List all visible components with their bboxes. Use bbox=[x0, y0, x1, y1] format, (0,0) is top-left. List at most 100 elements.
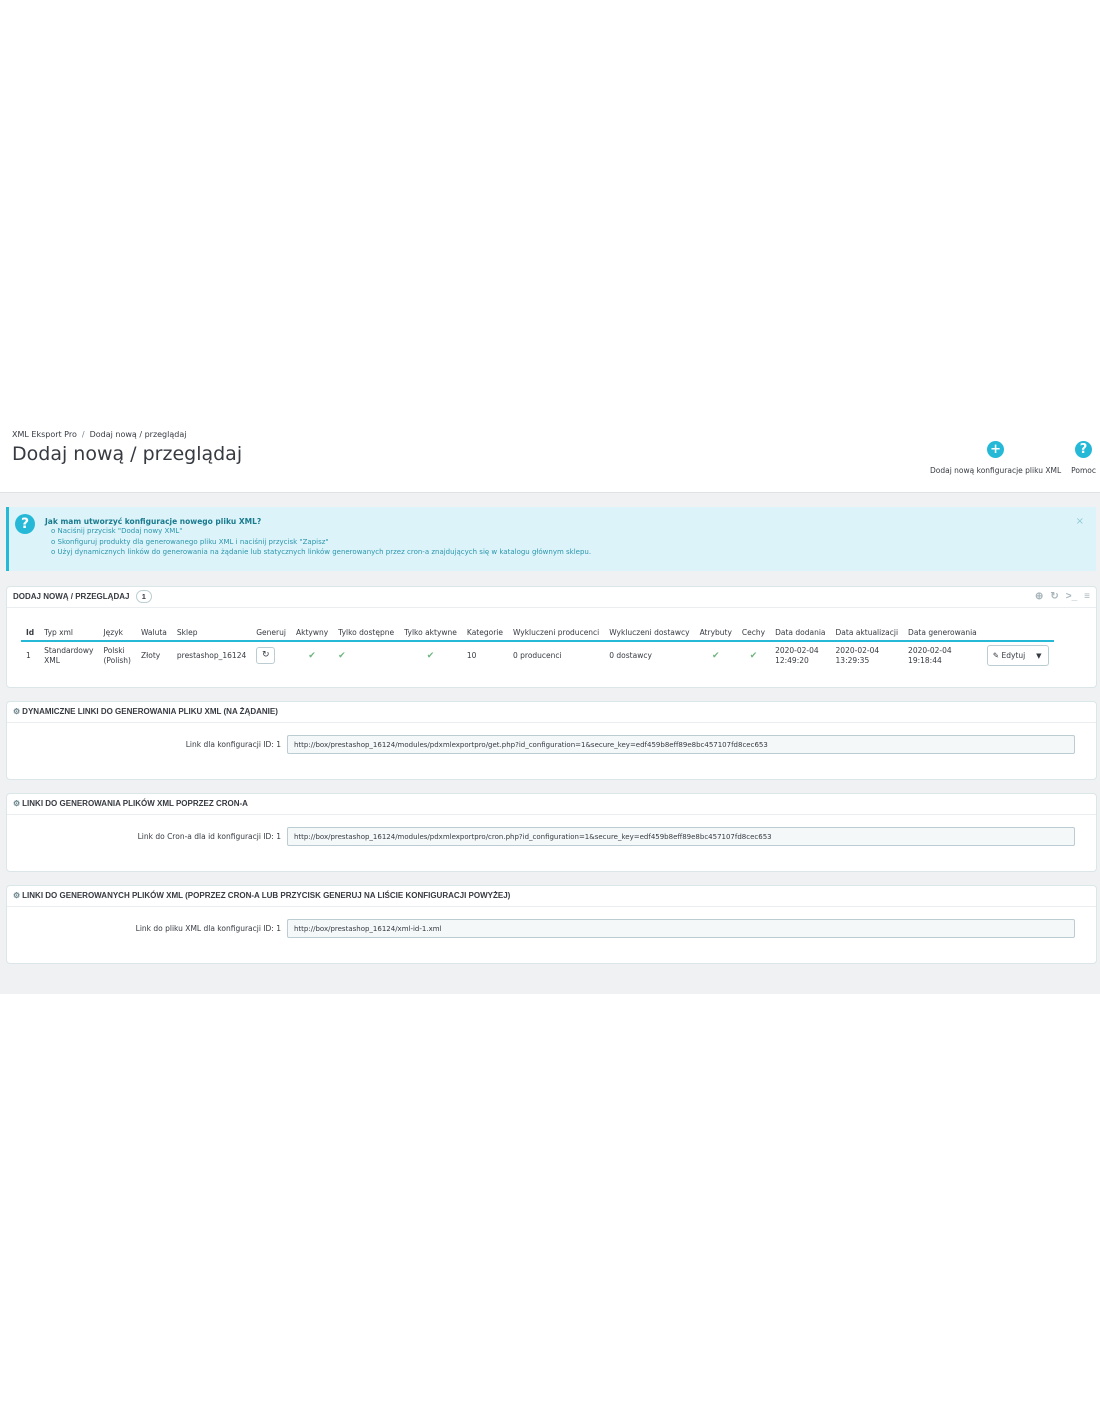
column-header-actions bbox=[981, 624, 1054, 642]
column-header[interactable]: Język bbox=[98, 624, 136, 642]
caret-down-icon[interactable]: ▼ bbox=[1030, 651, 1047, 661]
cell-active: ✔ bbox=[291, 641, 333, 669]
column-header[interactable]: Waluta bbox=[135, 624, 172, 642]
edit-button[interactable]: ✎ Edytuj bbox=[988, 651, 1030, 661]
cell-type: Standardowy XML bbox=[44, 645, 94, 665]
cell-excluded-suppliers: 0 dostawcy bbox=[609, 650, 652, 660]
cron-links-title: Linki do generowania plików XML poprzez … bbox=[22, 799, 248, 808]
add-icon[interactable]: ⊕ bbox=[1035, 587, 1043, 607]
file-link-input[interactable]: http://box/prestashop_16124/xml-id-1.xml bbox=[287, 919, 1075, 938]
toolbar: + Dodaj nową konfiguracje pliku XML ? Po… bbox=[930, 441, 1096, 475]
panel-actions: ⊕ ↻ >_ ≡ bbox=[1035, 587, 1090, 607]
alert-title: Jak mam utworzyć konfiguracje nowego pli… bbox=[45, 517, 262, 526]
cell-categories: 10 bbox=[466, 650, 477, 660]
cell-only-available: ✔ bbox=[333, 641, 399, 669]
help-label: Pomoc bbox=[1071, 466, 1096, 475]
cell-language: Polski (Polish) bbox=[103, 645, 131, 665]
page-header: XML Eksport Pro / Dodaj nową / przeglądaj … bbox=[0, 418, 1100, 493]
cell-date-added: 2020-02-04 12:49:20 bbox=[775, 645, 819, 665]
check-icon[interactable]: ✔ bbox=[712, 651, 720, 661]
help-button[interactable]: ? Pomoc bbox=[1071, 441, 1096, 475]
info-alert: ? Jak mam utworzyć konfiguracje nowego p… bbox=[6, 507, 1096, 571]
column-header[interactable]: Atrybuty bbox=[694, 624, 737, 642]
cell-generate: ↻ bbox=[251, 641, 291, 669]
refresh-icon[interactable]: ↻ bbox=[1050, 587, 1058, 607]
dynamic-links-heading: ⚙ Dynamiczne linki do generowania pliku X… bbox=[7, 702, 1096, 723]
edit-button-group: ✎ Edytuj ▼ bbox=[986, 645, 1049, 666]
generate-button[interactable]: ↻ bbox=[256, 647, 276, 664]
plus-circle-icon: + bbox=[987, 441, 1005, 458]
list-panel-heading: Dodaj nową / przeglądaj 1 ⊕ ↻ >_ ≡ bbox=[7, 587, 1096, 608]
cell-excluded-manufacturers: 0 producenci bbox=[512, 650, 562, 660]
cron-link-input[interactable]: http://box/prestashop_16124/modules/pdxm… bbox=[287, 827, 1075, 846]
cell-shop: prestashop_16124 bbox=[176, 650, 247, 660]
cron-links-heading: ⚙ Linki do generowania plików XML poprzez… bbox=[7, 794, 1096, 815]
check-icon[interactable]: ✔ bbox=[308, 651, 316, 661]
column-header[interactable]: Data aktualizacji bbox=[830, 624, 904, 642]
check-icon[interactable]: ✔ bbox=[338, 651, 346, 661]
breadcrumb-root[interactable]: XML Eksport Pro bbox=[12, 430, 77, 439]
check-icon[interactable]: ✔ bbox=[427, 651, 435, 661]
table-row[interactable]: 1 Standardowy XML Polski (Polish) Złoty pr… bbox=[21, 641, 1054, 669]
cell-date-updated: 2020-02-04 13:29:35 bbox=[835, 645, 880, 665]
column-header[interactable]: Data dodania bbox=[770, 624, 831, 642]
generated-files-title: Linki do generowanych plików XML (poprze… bbox=[22, 891, 511, 900]
column-header[interactable]: Generuj bbox=[251, 624, 291, 642]
refresh-icon: ↻ bbox=[261, 650, 270, 660]
breadcrumb-separator: / bbox=[81, 430, 85, 439]
column-header[interactable]: Kategorie bbox=[461, 624, 508, 642]
page-content: XML Eksport Pro / Dodaj nową / przeglądaj … bbox=[0, 418, 1100, 994]
list-panel: Dodaj nową / przeglądaj 1 ⊕ ↻ >_ ≡ Id Ty… bbox=[6, 586, 1097, 688]
check-icon[interactable]: ✔ bbox=[750, 651, 758, 661]
column-header[interactable]: Cechy bbox=[736, 624, 771, 642]
dynamic-link-label: Link dla konfiguracji ID: 1 bbox=[185, 740, 281, 749]
column-header[interactable]: Tylko dostępne bbox=[333, 624, 400, 642]
question-icon: ? bbox=[15, 514, 35, 534]
file-link-label: Link do pliku XML dla konfiguracji ID: 1 bbox=[135, 924, 281, 933]
edit-label: Edytuj bbox=[1001, 650, 1026, 660]
help-icon: ? bbox=[1075, 441, 1093, 458]
cogs-icon: ⚙ bbox=[13, 799, 21, 808]
cell-id: 1 bbox=[26, 650, 31, 660]
file-link-row: Link do pliku XML dla konfiguracji ID: 1… bbox=[7, 919, 1096, 940]
cron-links-panel: ⚙ Linki do generowania plików XML poprzez… bbox=[6, 793, 1097, 872]
breadcrumb-current: Dodaj nową / przeglądaj bbox=[89, 430, 187, 439]
dynamic-links-panel: ⚙ Dynamiczne linki do generowania pliku X… bbox=[6, 701, 1097, 780]
dynamic-links-title: Dynamiczne linki do generowania pliku XM… bbox=[22, 707, 278, 716]
column-header[interactable]: Sklep bbox=[171, 624, 252, 642]
column-header[interactable]: Wykluczeni producenci bbox=[507, 624, 605, 642]
column-header[interactable]: Aktywny bbox=[290, 624, 334, 642]
alert-item: Skonfiguruj produkty dla generowanego pl… bbox=[51, 537, 591, 548]
table-header-row: Id Typ xml Język Waluta Sklep Generuj Ak… bbox=[21, 624, 1054, 642]
breadcrumb: XML Eksport Pro / Dodaj nową / przeglądaj bbox=[12, 430, 186, 439]
list-panel-title: Dodaj nową / przeglądaj bbox=[13, 592, 130, 601]
pencil-icon: ✎ bbox=[992, 650, 1000, 660]
add-configuration-button[interactable]: + Dodaj nową konfiguracje pliku XML bbox=[930, 441, 1061, 475]
cell-date-generated: 2020-02-04 19:18:44 bbox=[908, 645, 952, 665]
cron-link-label: Link do Cron-a dla id konfiguracji ID: 1 bbox=[137, 832, 281, 841]
column-header[interactable]: Typ xml bbox=[39, 624, 99, 642]
cell-only-active: ✔ bbox=[399, 641, 462, 669]
cell-features: ✔ bbox=[737, 641, 770, 669]
cogs-icon: ⚙ bbox=[13, 707, 21, 716]
column-header[interactable]: Tylko aktywne bbox=[399, 624, 462, 642]
cogs-icon: ⚙ bbox=[13, 891, 21, 900]
alert-item: Użyj dynamicznych linków do generowania … bbox=[51, 547, 592, 558]
configurations-table: Id Typ xml Język Waluta Sklep Generuj Ak… bbox=[21, 624, 1054, 669]
database-icon[interactable]: ≡ bbox=[1084, 587, 1090, 607]
cell-attributes: ✔ bbox=[695, 641, 737, 669]
cell-currency: Złoty bbox=[140, 650, 161, 660]
generated-files-panel: ⚙ Linki do generowanych plików XML (poprz… bbox=[6, 885, 1097, 964]
column-header[interactable]: Data generowania bbox=[903, 624, 982, 642]
dynamic-link-row: Link dla konfiguracji ID: 1 http://box/p… bbox=[7, 735, 1096, 756]
column-header[interactable]: Wykluczeni dostawcy bbox=[604, 624, 695, 642]
close-icon[interactable]: × bbox=[1076, 516, 1084, 527]
count-badge: 1 bbox=[135, 590, 152, 603]
generated-files-heading: ⚙ Linki do generowanych plików XML (poprz… bbox=[7, 886, 1096, 907]
dynamic-link-input[interactable]: http://box/prestashop_16124/modules/pdxm… bbox=[287, 735, 1075, 754]
terminal-icon[interactable]: >_ bbox=[1066, 587, 1077, 607]
add-configuration-label: Dodaj nową konfiguracje pliku XML bbox=[929, 466, 1062, 475]
alert-list: Naciśnij przycisk "Dodaj nowy XML" Skonf… bbox=[51, 526, 592, 558]
cron-link-row: Link do Cron-a dla id konfiguracji ID: 1… bbox=[7, 827, 1096, 848]
column-header[interactable]: Id bbox=[21, 624, 40, 642]
